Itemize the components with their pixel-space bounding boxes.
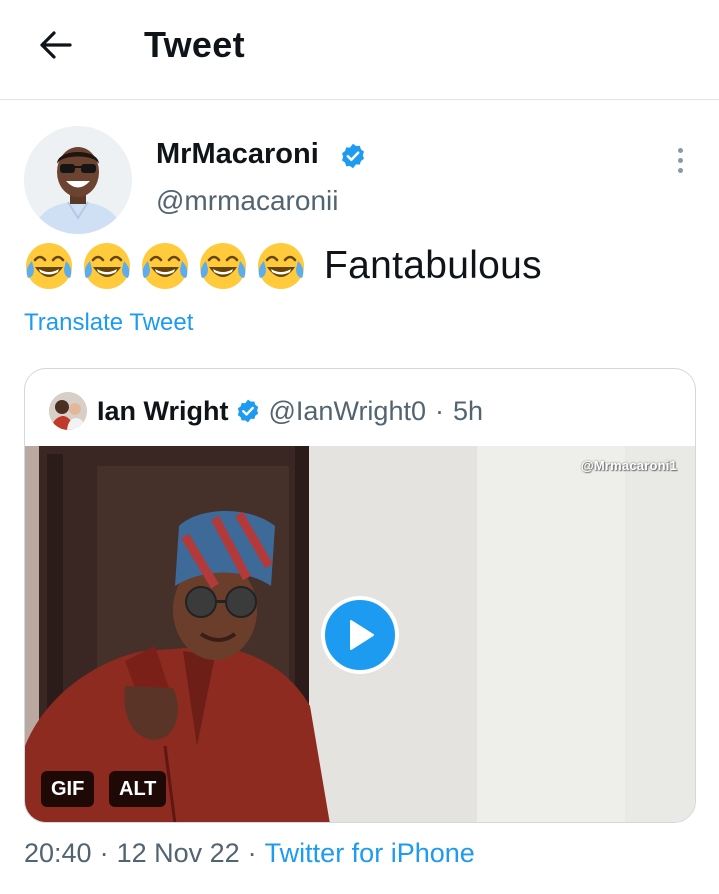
quoted-author-handle[interactable]: @IanWright0 [269,396,426,427]
tears-of-joy-emoji [26,243,72,289]
arrow-left-icon [40,31,72,59]
back-button[interactable] [30,22,80,68]
verified-badge-icon [342,143,364,169]
separator-dot: · [99,838,109,868]
separator-dot: · [434,395,444,426]
media-watermark: @Mrmacaroni1 [581,458,677,473]
gif-badge: GIF [41,771,95,807]
quoted-tweet-card[interactable]: Ian Wright @IanWright0 · 5h @Mrmacaroni1… [24,368,696,823]
more-options-button[interactable] [664,140,696,180]
more-dot-icon [677,167,683,173]
page-title: Tweet [144,24,245,65]
verified-badge-icon [237,399,258,423]
tears-of-joy-emoji [84,243,130,289]
author-avatar[interactable] [24,126,132,234]
separator-dot: · [247,838,257,868]
tweet-source-link[interactable]: Twitter for iPhone [265,838,475,868]
quoted-tweet-header: Ian Wright @IanWright0 · 5h [49,391,483,431]
quoted-author-avatar[interactable] [49,392,87,430]
tweet-text: Fantabulous [22,236,542,296]
play-icon [350,620,374,650]
play-button[interactable] [321,596,399,674]
tweet-meta: 20:40 · 12 Nov 22 · Twitter for iPhone [24,838,475,869]
quoted-author-name[interactable]: Ian Wright [97,396,229,427]
tears-of-joy-emoji [200,243,246,289]
tears-of-joy-emoji [142,243,188,289]
tweet-date[interactable]: 12 Nov 22 [117,838,240,868]
tears-of-joy-emoji [258,243,304,289]
alt-text-badge[interactable]: ALT [109,771,167,807]
gif-media[interactable]: @Mrmacaroni1 GIF ALT [25,446,695,822]
translate-tweet-link[interactable]: Translate Tweet [24,309,193,337]
more-dot-icon [677,157,683,163]
quoted-tweet-age: 5h [452,395,484,426]
emoji-row [22,239,308,293]
author-name[interactable]: MrMacaroni [156,138,319,171]
author-handle[interactable]: @mrmacaronii [156,185,338,217]
top-bar: Tweet [0,0,719,100]
tweet-body-text: Fantabulous [324,244,542,287]
more-dot-icon [677,147,683,153]
tweet-time[interactable]: 20:40 [24,838,92,868]
